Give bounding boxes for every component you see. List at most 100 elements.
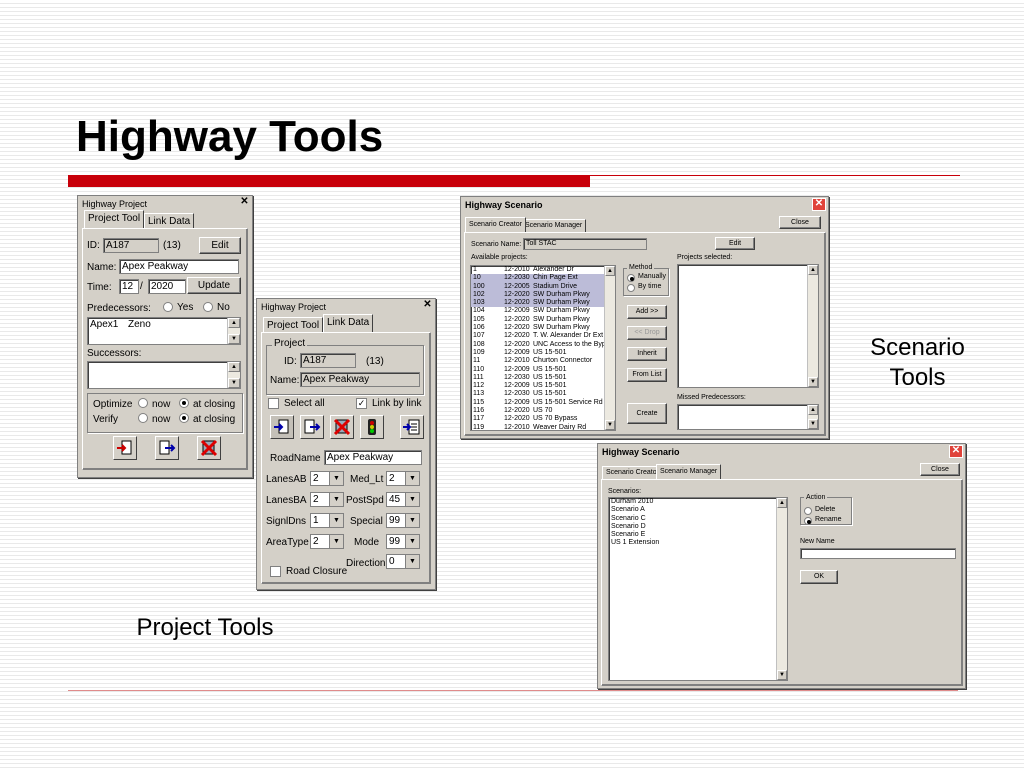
list-item[interactable]: 119 12-2010 Weaver Dairy Rd — [471, 424, 615, 430]
tab-scenario-creator[interactable]: Scenario Creator — [465, 217, 526, 232]
new-name-input[interactable] — [800, 548, 956, 559]
scroll-up-icon[interactable]: ▲ — [228, 362, 240, 372]
update-button[interactable]: Update — [187, 277, 241, 294]
tab-project-tool[interactable]: Project Tool — [263, 317, 324, 333]
list-item[interactable]: 100 12-2005 Stadium Drive — [471, 282, 615, 291]
list-item[interactable]: 115 12-2009 US 15-501 Service Rd — [471, 399, 615, 407]
scrollbar[interactable]: ▲ ▼ — [227, 318, 240, 344]
close-button[interactable]: Close — [920, 463, 960, 476]
lanesba-select[interactable]: 2 ▼ — [310, 492, 344, 507]
verify-now-radio[interactable] — [138, 413, 148, 423]
list-item[interactable]: 11 12-2010 Churton Connector — [471, 357, 615, 365]
by-time-radio[interactable] — [627, 284, 635, 292]
available-projects-list[interactable]: 1 12-2010 Alexander Dr 10 12-2030 Chin Page E… — [470, 265, 616, 431]
missed-predecessors-list[interactable]: ▲ ▼ — [677, 404, 819, 430]
chevron-down-icon[interactable]: ▼ — [405, 493, 419, 506]
traffic-light-button[interactable] — [360, 415, 384, 439]
list-item[interactable]: 116 12-2020 US 70 — [471, 407, 615, 415]
chevron-down-icon[interactable]: ▼ — [329, 535, 343, 548]
list-item[interactable]: 10 12-2030 Chin Page Ext — [471, 274, 615, 283]
scroll-down-icon[interactable]: ▼ — [228, 334, 240, 344]
add-link-button[interactable] — [270, 415, 294, 439]
chevron-down-icon[interactable]: ▼ — [329, 493, 343, 506]
predecessors-list[interactable]: Apex1 Zeno ▲ ▼ — [87, 317, 241, 345]
scroll-up-icon[interactable]: ▲ — [605, 266, 615, 276]
list-item[interactable]: Zeno — [128, 318, 151, 331]
signldns-select[interactable]: 1 ▼ — [310, 513, 344, 528]
scroll-up-icon[interactable]: ▲ — [228, 318, 240, 328]
add-link-button[interactable] — [113, 436, 137, 460]
scroll-down-icon[interactable]: ▼ — [605, 420, 615, 430]
list-item[interactable]: 111 12-2030 US 15-501 — [471, 374, 615, 382]
tab-scenario-creator[interactable]: Scenario Creator — [602, 466, 663, 479]
successors-list[interactable]: ▲ ▼ — [87, 361, 241, 389]
list-item[interactable]: Scenario E — [609, 531, 787, 539]
list-item[interactable]: US 1 Extension — [609, 539, 787, 547]
list-item[interactable]: 104 12-2009 SW Durham Pkwy — [471, 307, 615, 315]
scrollbar[interactable]: ▲ ▼ — [807, 405, 818, 429]
close-icon[interactable]: ✕ — [812, 198, 826, 211]
list-item[interactable]: 109 12-2009 US 15-501 — [471, 349, 615, 357]
special-select[interactable]: 99 ▼ — [386, 513, 420, 528]
from-list-button[interactable]: From List — [627, 368, 667, 382]
optimize-now-radio[interactable] — [138, 398, 148, 408]
scroll-down-icon[interactable]: ▼ — [228, 378, 240, 388]
yes-radio[interactable] — [163, 302, 173, 312]
list-item[interactable]: Apex1 — [90, 318, 118, 331]
chevron-down-icon[interactable]: ▼ — [405, 472, 419, 485]
close-icon[interactable]: ✕ — [239, 197, 250, 207]
select-link-button[interactable] — [155, 436, 179, 460]
scroll-up-icon[interactable]: ▲ — [777, 498, 787, 508]
list-item[interactable]: 1 12-2010 Alexander Dr — [471, 266, 615, 274]
edit-button[interactable]: Edit — [715, 237, 755, 250]
postspd-select[interactable]: 45 ▼ — [386, 492, 420, 507]
list-item[interactable]: Durham 2010 — [609, 498, 787, 506]
list-item[interactable]: Scenario A — [609, 506, 787, 514]
close-button[interactable]: Close — [779, 216, 821, 229]
list-item[interactable]: 102 12-2020 SW Durham Pkwy — [471, 290, 615, 300]
roadname-input[interactable]: Apex Peakway — [324, 450, 422, 465]
manually-radio[interactable] — [627, 274, 635, 282]
road-closure-checkbox[interactable] — [270, 566, 281, 577]
tab-scenario-manager[interactable]: Scenario Manager — [656, 464, 722, 479]
verify-at-closing-radio[interactable] — [179, 413, 189, 423]
lanesab-select[interactable]: 2 ▼ — [310, 471, 344, 486]
select-all-checkbox[interactable] — [268, 398, 279, 409]
scroll-up-icon[interactable]: ▲ — [808, 405, 818, 415]
close-icon[interactable]: ✕ — [422, 300, 433, 310]
optimize-at-closing-radio[interactable] — [179, 398, 189, 408]
chevron-down-icon[interactable]: ▼ — [405, 535, 419, 548]
scenarios-list[interactable]: Durham 2010 Scenario A Scenario C Scenario … — [608, 497, 788, 681]
tab-link-data[interactable]: Link Data — [323, 314, 374, 332]
scroll-down-icon[interactable]: ▼ — [808, 377, 818, 387]
list-item[interactable]: 107 12-2020 T. W. Alexander Dr Ext — [471, 332, 615, 340]
chevron-down-icon[interactable]: ▼ — [405, 514, 419, 527]
link-by-link-checkbox[interactable]: ✓ — [356, 398, 367, 409]
list-item[interactable]: 110 12-2009 US 15-501 — [471, 366, 615, 374]
scroll-down-icon[interactable]: ▼ — [808, 419, 818, 429]
no-radio[interactable] — [203, 302, 213, 312]
inherit-button[interactable]: Inherit — [627, 347, 667, 361]
medlt-select[interactable]: 2 ▼ — [386, 471, 420, 486]
list-item[interactable]: 113 12-2030 US 15-501 — [471, 390, 615, 398]
export-button[interactable] — [400, 415, 424, 439]
direction-select[interactable]: 0 ▼ — [386, 554, 420, 569]
list-item[interactable]: Scenario D — [609, 523, 787, 531]
scroll-down-icon[interactable]: ▼ — [777, 670, 787, 680]
tab-link-data[interactable]: Link Data — [144, 213, 195, 229]
chevron-down-icon[interactable]: ▼ — [329, 472, 343, 485]
tab-scenario-manager[interactable]: Scenario Manager — [521, 219, 587, 232]
drop-button[interactable]: << Drop — [627, 326, 667, 340]
list-item[interactable]: 105 12-2020 SW Durham Pkwy — [471, 316, 615, 324]
delete-link-button[interactable] — [330, 415, 354, 439]
projects-selected-list[interactable]: ▲ ▼ — [677, 264, 819, 388]
name-input[interactable]: Apex Peakway — [119, 259, 239, 274]
tab-project-tool[interactable]: Project Tool — [84, 210, 145, 228]
list-item[interactable]: 108 12-2020 UNC Access to the Bypa — [471, 341, 615, 349]
select-link-button[interactable] — [300, 415, 324, 439]
scrollbar[interactable]: ▲ ▼ — [807, 265, 818, 387]
time-year-input[interactable]: 2020 — [148, 279, 186, 294]
list-item[interactable]: 103 12-2020 SW Durham Pkwy — [471, 299, 615, 308]
scrollbar[interactable]: ▲ ▼ — [227, 362, 240, 388]
add-button[interactable]: Add >> — [627, 305, 667, 319]
